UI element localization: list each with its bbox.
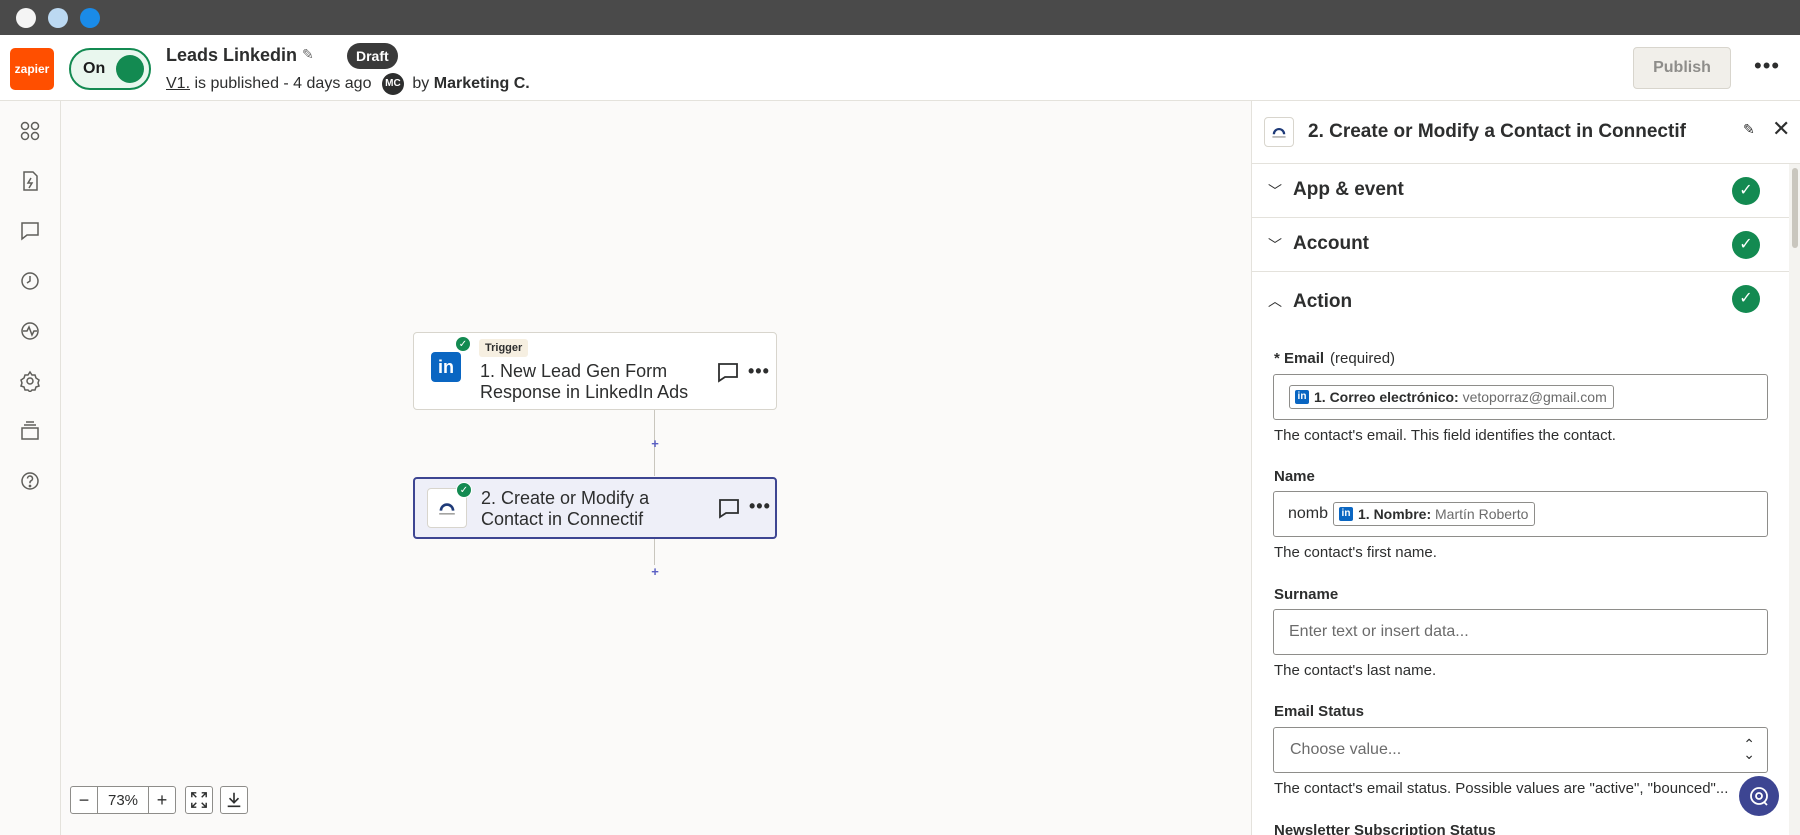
window-close-button[interactable] [16,8,36,28]
check-icon: ✓ [1732,285,1760,313]
zoom-out-button[interactable]: − [70,786,98,814]
check-icon: ✓ [456,482,472,498]
panel-scrollbar[interactable] [1789,164,1800,835]
close-icon[interactable]: ✕ [1772,116,1790,142]
step-more-icon[interactable]: ••• [748,361,770,382]
step-connector [654,539,655,565]
left-sidebar [0,101,61,835]
add-step-plus-icon[interactable]: + [648,565,662,579]
zapier-logo[interactable]: zapier [10,48,54,90]
check-icon: ✓ [455,336,471,352]
section-title: Account [1293,233,1369,254]
fit-view-button[interactable] [185,786,213,814]
help-assistant-button[interactable] [1739,776,1779,816]
history-icon[interactable] [19,270,41,292]
section-action[interactable]: ︿ Action ✓ [1252,272,1789,326]
comment-icon[interactable] [716,360,740,384]
step-editor-panel: 2. Create or Modify a Contact in Connect… [1251,101,1800,835]
toggle-label: On [83,60,106,77]
scroll-thumb[interactable] [1792,168,1798,248]
linkedin-icon: in [1295,390,1309,404]
zoom-level: 73% [98,786,148,814]
email-field-label: * Email (required) [1274,350,1396,367]
name-field[interactable]: nomb in 1. Nombre: Martín Roberto [1273,491,1768,537]
email-status-select[interactable]: Choose value... ⌃ ⌄ [1273,727,1768,773]
section-app-event[interactable]: ﹀ App & event ✓ [1252,164,1789,218]
edit-title-icon[interactable]: ✎ [1743,121,1755,138]
comment-icon[interactable] [717,496,741,520]
window-minimize-button[interactable] [48,8,68,28]
surname-help-text: The contact's last name. [1274,662,1437,679]
chevron-up-icon: ︿ [1268,293,1282,309]
select-arrows-icon: ⌃ ⌄ [1743,736,1755,762]
avatar: MC [381,73,404,95]
chevron-down-icon: ﹀ [1268,183,1282,199]
email-status-placeholder: Choose value... [1290,741,1402,758]
section-title: Action [1293,291,1353,312]
comments-icon[interactable] [19,220,41,242]
chevron-down-icon: ﹀ [1268,237,1282,253]
apps-icon[interactable] [19,120,41,142]
version-link[interactable]: V1. [166,75,190,92]
check-icon: ✓ [1732,177,1760,205]
trigger-chip: Trigger [479,339,529,357]
name-field-label: Name [1274,468,1315,485]
email-help-text: The contact's email. This field identifi… [1274,427,1616,444]
panel-header: 2. Create or Modify a Contact in Connect… [1252,101,1800,164]
linkedin-icon: in [1339,507,1353,521]
step-card-trigger[interactable]: in ✓ Trigger 1. New Lead Gen Form Respon… [413,332,777,410]
by-text: by [412,75,430,93]
surname-field-label: Surname [1274,586,1339,603]
connectif-icon [1264,117,1294,147]
add-step-plus-icon[interactable]: + [648,437,662,451]
toggle-knob [116,55,144,83]
activity-icon[interactable] [19,320,41,342]
download-icon [227,792,241,808]
status-badge: Draft [347,43,398,69]
version-info: V1. is published - 4 days ago MC by Mark… [166,73,530,95]
zap-details-icon[interactable] [19,170,41,192]
linkedin-icon: in [426,347,466,387]
newsletter-field-label: Newsletter Subscription Status [1274,822,1496,835]
author-name: Marketing C. [433,75,530,93]
publish-button[interactable]: Publish [1633,47,1731,89]
data-pill[interactable]: in 1. Nombre: Martín Roberto [1333,502,1536,526]
window-maximize-button[interactable] [80,8,100,28]
email-status-help-text: The contact's email status. Possible val… [1274,780,1729,797]
name-help-text: The contact's first name. [1274,544,1437,561]
zoom-in-button[interactable]: + [148,786,176,814]
editor-header: zapier On Leads Linkedin ✎ Draft V1. is … [0,35,1800,101]
data-pill[interactable]: in 1. Correo electrónico: vetoporraz@gma… [1289,385,1614,409]
workflow-canvas[interactable] [61,101,1251,835]
zap-title[interactable]: Leads Linkedin [166,45,297,66]
surname-field[interactable]: Enter text or insert data... [1273,609,1768,655]
email-status-label: Email Status [1274,703,1365,720]
rename-pencil-icon[interactable]: ✎ [302,46,314,63]
step-card-action[interactable]: ✓ 2. Create or Modify a Contact in Conne… [413,477,777,539]
check-icon: ✓ [1732,231,1760,259]
surname-placeholder: Enter text or insert data... [1289,623,1469,640]
versions-icon[interactable] [19,420,41,442]
window-titlebar [0,0,1800,35]
expand-icon [191,792,207,808]
more-options-icon[interactable]: ••• [1754,53,1780,79]
step-title: 2. Create or Modify a Contact in Connect… [481,488,650,529]
settings-icon[interactable] [19,370,41,392]
section-title: App & event [1293,179,1404,200]
email-field[interactable]: in 1. Correo electrónico: vetoporraz@gma… [1273,374,1768,420]
help-icon[interactable] [19,470,41,492]
section-account[interactable]: ﹀ Account ✓ [1252,218,1789,272]
assistant-icon [1750,787,1768,806]
step-more-icon[interactable]: ••• [749,496,771,517]
zap-on-toggle[interactable]: On [69,48,151,90]
download-button[interactable] [220,786,248,814]
panel-title: 2. Create or Modify a Contact in Connect… [1308,121,1686,142]
version-status-text: is published - 4 days ago [190,75,372,93]
step-title: 1. New Lead Gen Form Response in LinkedI… [480,361,689,402]
typed-text: nomb [1288,505,1329,522]
